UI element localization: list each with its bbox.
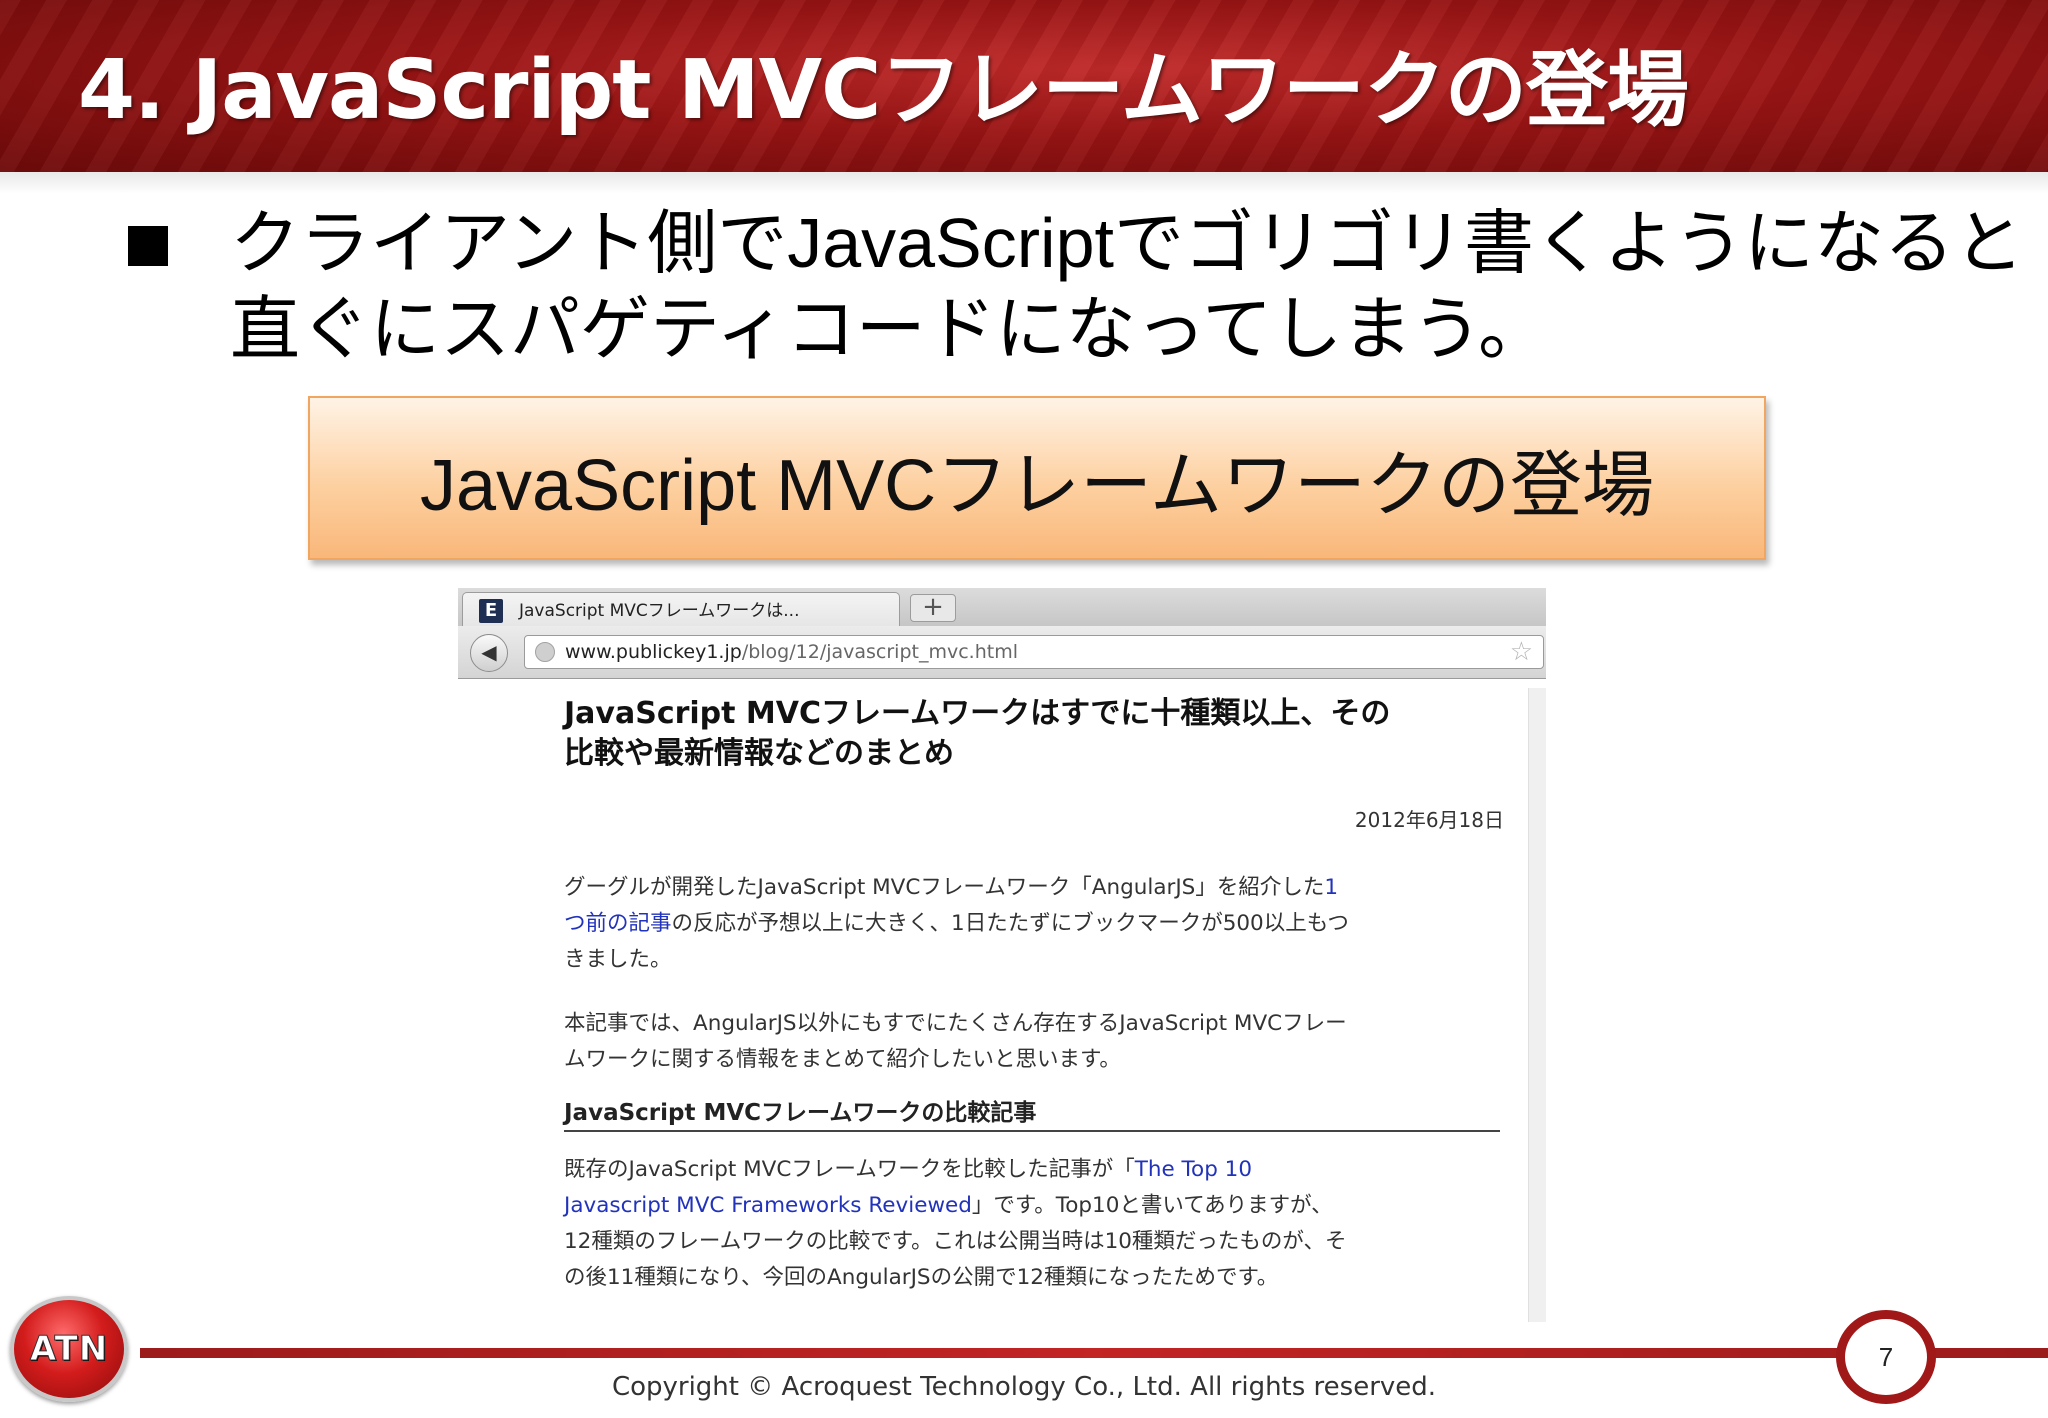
- new-tab-button[interactable]: +: [910, 594, 956, 622]
- browser-screenshot: E JavaScript MVCフレームワークは... + ◀ www.publ…: [458, 588, 1546, 1322]
- browser-tab-bar: E JavaScript MVCフレームワークは... +: [458, 588, 1546, 627]
- bookmark-star-icon[interactable]: ☆: [1510, 638, 1533, 666]
- article-title-line-2: 比較や最新情報などのまとめ: [564, 736, 954, 771]
- top10-review-link-cont[interactable]: Javascript MVC Frameworks Reviewed: [564, 1193, 972, 1218]
- article-paragraph-2: 本記事では、AngularJS以外にもすでにたくさん存在するJavaScript…: [564, 1006, 1504, 1078]
- callout-box: JavaScript MVCフレームワークの登場: [308, 396, 1766, 560]
- p3-text-3: 12種類のフレームワークの比較です。これは公開当時は10種類だったものが、そ: [564, 1229, 1347, 1254]
- article-paragraph-3: 既存のJavaScript MVCフレームワークを比較した記事が「The Top…: [564, 1152, 1504, 1296]
- bullet-line-2: 直ぐにスパゲティコードになってしまう。: [230, 290, 1549, 368]
- p3-text-1: 既存のJavaScript MVCフレームワークを比較した記事が「: [564, 1157, 1135, 1182]
- bullet-line-1: クライアント側でJavaScriptでゴリゴリ書くようになると: [230, 204, 2024, 282]
- callout-text: JavaScript MVCフレームワークの登場: [420, 445, 1654, 526]
- p2-text-2: ムワークに関する情報をまとめて紹介したいと思います。: [564, 1047, 1121, 1072]
- p1-text-2: の反応が予想以上に大きく、1日たたずにブックマークが500以上もつ: [671, 911, 1349, 936]
- address-bar[interactable]: www.publickey1.jp/blog/12/javascript_mvc…: [524, 635, 1544, 669]
- tab-title: JavaScript MVCフレームワークは...: [519, 601, 800, 621]
- url-path: /blog/12/javascript_mvc.html: [741, 641, 1018, 663]
- browser-tab[interactable]: E JavaScript MVCフレームワークは...: [462, 592, 900, 626]
- header-shadow: [0, 172, 2048, 194]
- p1-text-1: グーグルが開発したJavaScript MVCフレームワーク「AngularJS…: [564, 875, 1325, 900]
- slide-title: 4. JavaScript MVCフレームワークの登場: [78, 43, 1689, 138]
- p2-text-1: 本記事では、AngularJS以外にもすでにたくさん存在するJavaScript…: [564, 1011, 1347, 1036]
- browser-nav-bar: ◀ www.publickey1.jp/blog/12/javascript_m…: [458, 626, 1546, 679]
- url-domain: www.publickey1.jp: [565, 641, 742, 663]
- atn-logo-text: ATN: [29, 1329, 109, 1370]
- copyright-notice: Copyright © Acroquest Technology Co., Lt…: [611, 1372, 1437, 1402]
- slide-header: 4. JavaScript MVCフレームワークの登場: [0, 0, 2048, 172]
- p1-text-3: きました。: [564, 947, 672, 972]
- publickey-favicon-icon: E: [479, 599, 503, 623]
- p3-text-4: の後11種類になり、今回のAngularJSの公開で12種類になったためです。: [564, 1265, 1279, 1290]
- article-title: JavaScript MVCフレームワークはすでに十種類以上、その 比較や最新情…: [564, 694, 1504, 774]
- page-number: 7: [1878, 1341, 1894, 1372]
- article-date: 2012年6月18日: [1354, 808, 1504, 832]
- bullet-text: クライアント側でJavaScriptでゴリゴリ書くようになると 直ぐにスパゲティ…: [230, 200, 2024, 372]
- bullet-square-icon: [128, 226, 168, 266]
- page-scrollbar[interactable]: [1528, 688, 1546, 1322]
- previous-article-link-cont[interactable]: つ前の記事: [564, 911, 672, 936]
- previous-article-link[interactable]: 1: [1324, 875, 1338, 900]
- top10-review-link[interactable]: The Top 10: [1135, 1157, 1252, 1182]
- url-text: www.publickey1.jp/blog/12/javascript_mvc…: [565, 640, 1018, 664]
- article-title-line-1: JavaScript MVCフレームワークはすでに十種類以上、その: [564, 696, 1391, 731]
- footer-divider: [140, 1348, 2048, 1358]
- article-section-heading: JavaScript MVCフレームワークの比較記事: [564, 1096, 1500, 1132]
- back-button[interactable]: ◀: [470, 634, 508, 672]
- globe-icon: [535, 642, 555, 662]
- p3-text-2: 」です。Top10と書いてありますが、: [971, 1193, 1333, 1218]
- article-paragraph-1: グーグルが開発したJavaScript MVCフレームワーク「AngularJS…: [564, 870, 1504, 978]
